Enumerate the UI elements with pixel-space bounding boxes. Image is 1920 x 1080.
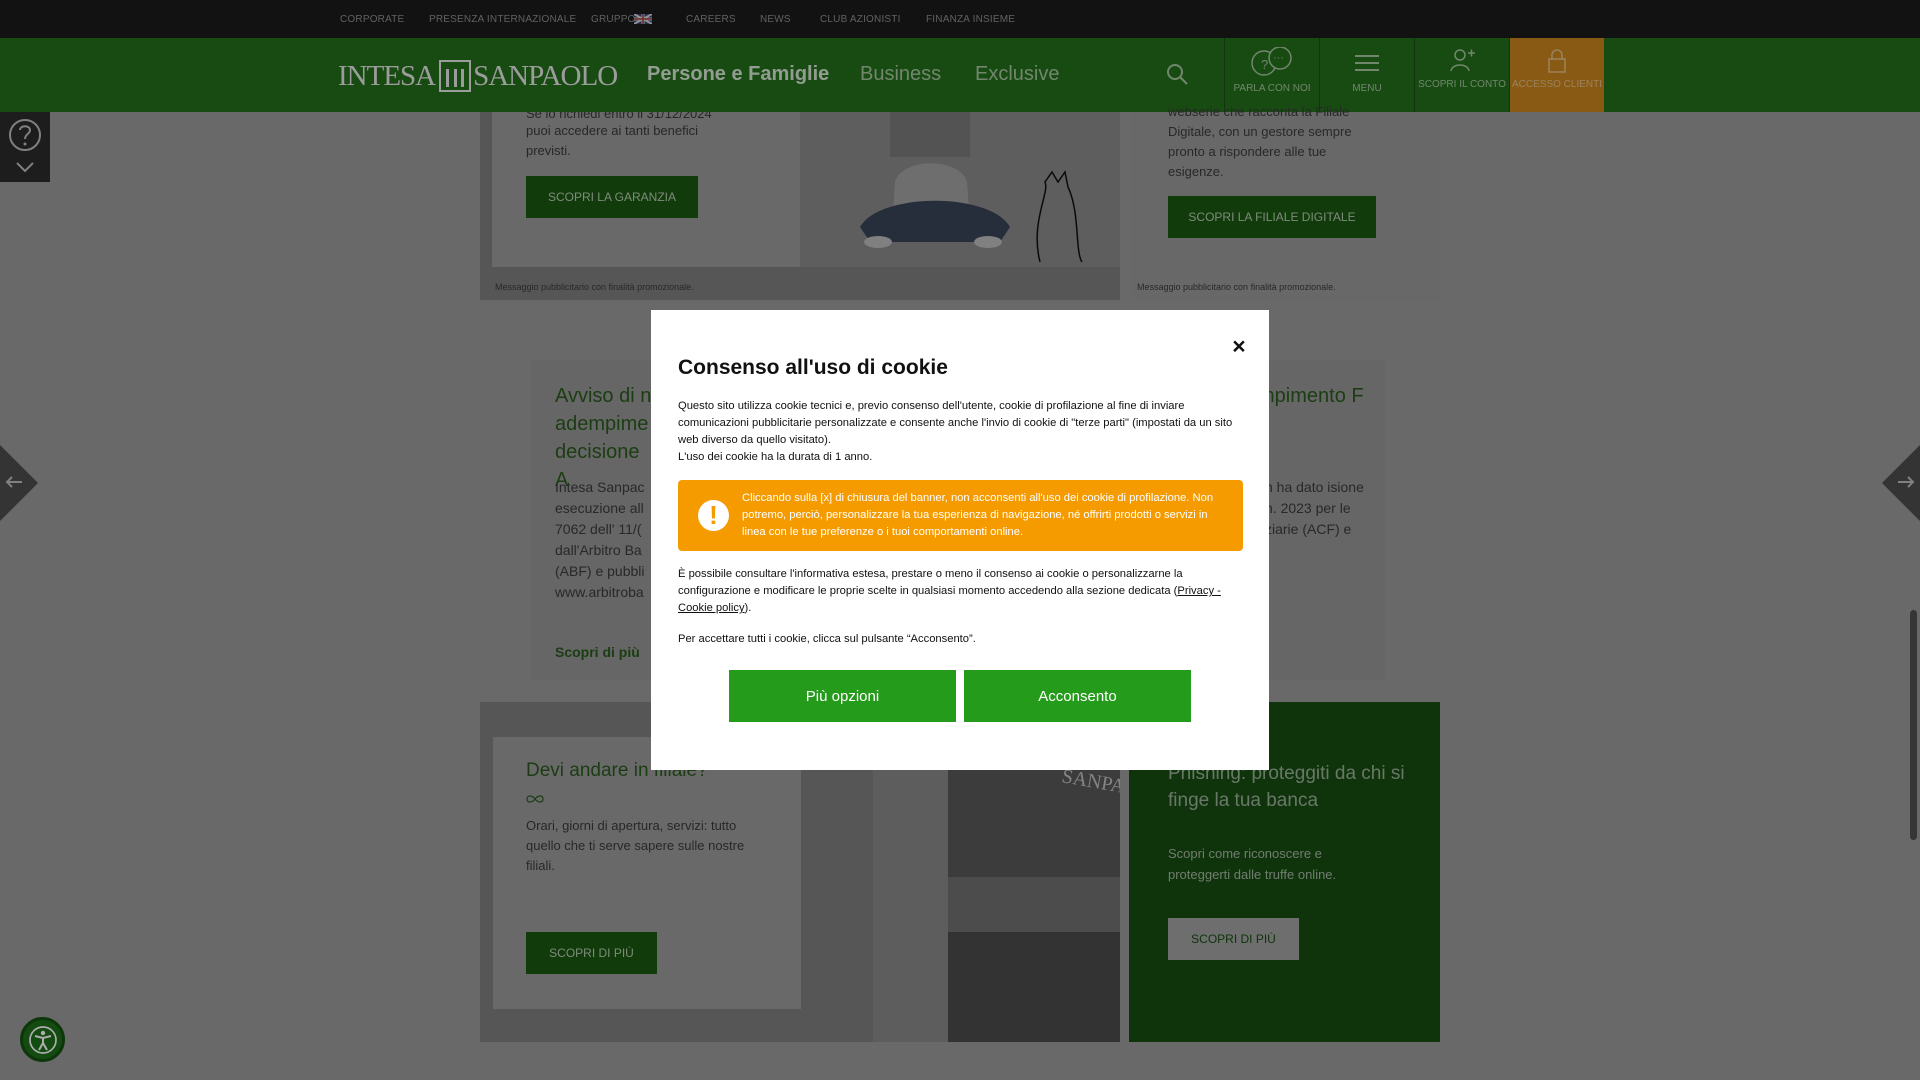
cookie-intro-text: Questo sito utilizza cookie tecnici e, p…: [678, 400, 1233, 446]
cookie-warning-text: Cliccando sulla [x] di chiusura del bann…: [742, 492, 1214, 538]
exclamation-icon: !: [698, 500, 729, 531]
more-options-button[interactable]: Più opzioni: [729, 670, 956, 722]
cookie-intro: Questo sito utilizza cookie tecnici e, p…: [678, 398, 1241, 466]
cookie-accept-text: Per accettare tutti i cookie, clicca sul…: [678, 633, 976, 645]
cookie-info-before: È possibile consultare l'informativa est…: [678, 568, 1183, 597]
cookie-consent-modal: × Consenso all'uso di cookie Questo sito…: [651, 310, 1269, 770]
cookie-info-after: ).: [744, 602, 752, 614]
cookie-duration-text: L'uso dei cookie ha la durata di 1 anno.: [678, 451, 873, 463]
close-icon[interactable]: ×: [1229, 335, 1249, 358]
cookie-modal-title: Consenso all'uso di cookie: [678, 356, 948, 379]
cookie-info-text: È possibile consultare l'informativa est…: [678, 566, 1241, 617]
accept-cookies-button[interactable]: Acconsento: [964, 670, 1191, 722]
cookie-warning-box: ! Cliccando sulla [x] di chiusura del ba…: [678, 480, 1243, 551]
